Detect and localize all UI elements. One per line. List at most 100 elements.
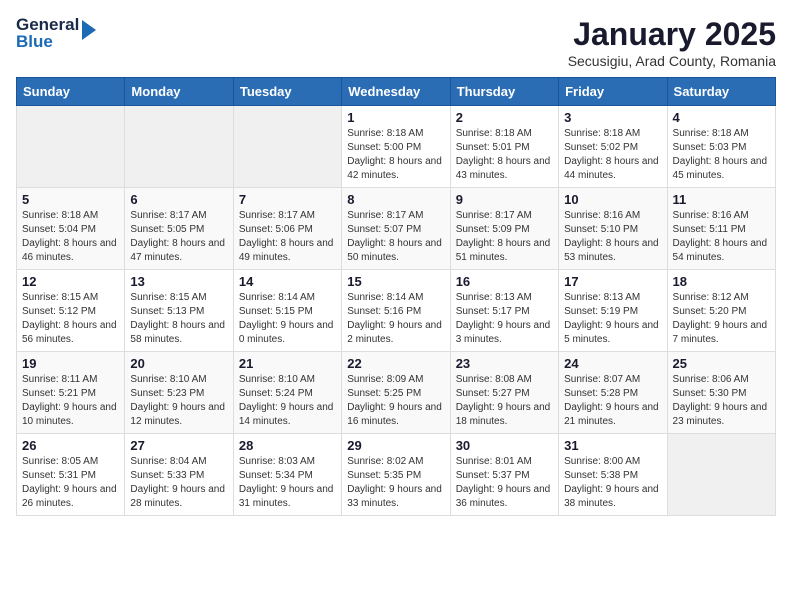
- day-info: Sunrise: 8:06 AM Sunset: 5:30 PM Dayligh…: [673, 373, 770, 429]
- day-number: 20: [130, 356, 227, 371]
- day-number: 27: [130, 438, 227, 453]
- day-info: Sunrise: 8:18 AM Sunset: 5:01 PM Dayligh…: [456, 127, 553, 183]
- day-number: 16: [456, 274, 553, 289]
- logo: General Blue: [16, 16, 96, 50]
- calendar-day-cell: 17 Sunrise: 8:13 AM Sunset: 5:19 PM Dayli…: [559, 270, 667, 352]
- day-info: Sunrise: 8:07 AM Sunset: 5:28 PM Dayligh…: [564, 373, 661, 429]
- day-info: Sunrise: 8:01 AM Sunset: 5:37 PM Dayligh…: [456, 455, 553, 511]
- day-number: 8: [347, 192, 444, 207]
- calendar-day-cell: 18 Sunrise: 8:12 AM Sunset: 5:20 PM Dayli…: [667, 270, 775, 352]
- calendar-day-cell: 24 Sunrise: 8:07 AM Sunset: 5:28 PM Dayli…: [559, 352, 667, 434]
- calendar-day-cell: 3 Sunrise: 8:18 AM Sunset: 5:02 PM Daylig…: [559, 106, 667, 188]
- calendar-day-cell: 4 Sunrise: 8:18 AM Sunset: 5:03 PM Daylig…: [667, 106, 775, 188]
- day-number: 14: [239, 274, 336, 289]
- day-number: 22: [347, 356, 444, 371]
- day-number: 24: [564, 356, 661, 371]
- calendar-day-cell: 12 Sunrise: 8:15 AM Sunset: 5:12 PM Dayli…: [17, 270, 125, 352]
- day-info: Sunrise: 8:12 AM Sunset: 5:20 PM Dayligh…: [673, 291, 770, 347]
- calendar-header-thursday: Thursday: [450, 78, 558, 106]
- calendar-header-saturday: Saturday: [667, 78, 775, 106]
- day-info: Sunrise: 8:10 AM Sunset: 5:24 PM Dayligh…: [239, 373, 336, 429]
- day-number: 25: [673, 356, 770, 371]
- day-number: 3: [564, 110, 661, 125]
- day-number: 5: [22, 192, 119, 207]
- logo-line1: General: [16, 16, 79, 33]
- calendar-header-monday: Monday: [125, 78, 233, 106]
- day-number: 2: [456, 110, 553, 125]
- calendar-header-row: SundayMondayTuesdayWednesdayThursdayFrid…: [17, 78, 776, 106]
- day-info: Sunrise: 8:14 AM Sunset: 5:15 PM Dayligh…: [239, 291, 336, 347]
- day-number: 4: [673, 110, 770, 125]
- day-number: 15: [347, 274, 444, 289]
- day-number: 12: [22, 274, 119, 289]
- calendar-day-cell: 20 Sunrise: 8:10 AM Sunset: 5:23 PM Dayli…: [125, 352, 233, 434]
- calendar-header-wednesday: Wednesday: [342, 78, 450, 106]
- month-title: January 2025: [568, 16, 776, 53]
- calendar-day-cell: 9Sunrise: 8:17 AM Sunset: 5:09 PM Daylig…: [450, 188, 558, 270]
- day-number: 29: [347, 438, 444, 453]
- calendar-week-row: 1 Sunrise: 8:18 AM Sunset: 5:00 PM Daylig…: [17, 106, 776, 188]
- calendar-day-cell: 21 Sunrise: 8:10 AM Sunset: 5:24 PM Dayli…: [233, 352, 341, 434]
- day-number: 17: [564, 274, 661, 289]
- calendar-day-cell: 26Sunrise: 8:05 AM Sunset: 5:31 PM Dayli…: [17, 434, 125, 516]
- calendar-empty-cell: [17, 106, 125, 188]
- day-info: Sunrise: 8:15 AM Sunset: 5:12 PM Dayligh…: [22, 291, 119, 347]
- day-number: 23: [456, 356, 553, 371]
- day-number: 19: [22, 356, 119, 371]
- calendar-day-cell: 11 Sunrise: 8:16 AM Sunset: 5:11 PM Dayli…: [667, 188, 775, 270]
- day-number: 7: [239, 192, 336, 207]
- day-number: 21: [239, 356, 336, 371]
- calendar-day-cell: 29Sunrise: 8:02 AM Sunset: 5:35 PM Dayli…: [342, 434, 450, 516]
- calendar-empty-cell: [667, 434, 775, 516]
- day-info: Sunrise: 8:18 AM Sunset: 5:03 PM Dayligh…: [673, 127, 770, 183]
- day-number: 30: [456, 438, 553, 453]
- calendar-header-sunday: Sunday: [17, 78, 125, 106]
- calendar-empty-cell: [125, 106, 233, 188]
- location-subtitle: Secusigiu, Arad County, Romania: [568, 53, 776, 69]
- day-info: Sunrise: 8:18 AM Sunset: 5:00 PM Dayligh…: [347, 127, 444, 183]
- calendar-day-cell: 31Sunrise: 8:00 AM Sunset: 5:38 PM Dayli…: [559, 434, 667, 516]
- calendar-day-cell: 1 Sunrise: 8:18 AM Sunset: 5:00 PM Daylig…: [342, 106, 450, 188]
- day-info: Sunrise: 8:03 AM Sunset: 5:34 PM Dayligh…: [239, 455, 336, 511]
- day-info: Sunrise: 8:08 AM Sunset: 5:27 PM Dayligh…: [456, 373, 553, 429]
- calendar-day-cell: 22 Sunrise: 8:09 AM Sunset: 5:25 PM Dayli…: [342, 352, 450, 434]
- calendar-day-cell: 8 Sunrise: 8:17 AM Sunset: 5:07 PM Daylig…: [342, 188, 450, 270]
- day-info: Sunrise: 8:10 AM Sunset: 5:23 PM Dayligh…: [130, 373, 227, 429]
- day-info: Sunrise: 8:09 AM Sunset: 5:25 PM Dayligh…: [347, 373, 444, 429]
- day-number: 10: [564, 192, 661, 207]
- logo-line2: Blue: [16, 33, 79, 50]
- calendar-header-tuesday: Tuesday: [233, 78, 341, 106]
- day-info: Sunrise: 8:17 AM Sunset: 5:09 PM Dayligh…: [456, 209, 553, 265]
- calendar-day-cell: 30 Sunrise: 8:01 AM Sunset: 5:37 PM Dayli…: [450, 434, 558, 516]
- page-header: General Blue January 2025 Secusigiu, Ara…: [16, 16, 776, 69]
- calendar-day-cell: 15 Sunrise: 8:14 AM Sunset: 5:16 PM Dayli…: [342, 270, 450, 352]
- logo-triangle-icon: [82, 20, 96, 40]
- day-number: 26: [22, 438, 119, 453]
- day-info: Sunrise: 8:16 AM Sunset: 5:11 PM Dayligh…: [673, 209, 770, 265]
- calendar-day-cell: 16Sunrise: 8:13 AM Sunset: 5:17 PM Dayli…: [450, 270, 558, 352]
- calendar-week-row: 19 Sunrise: 8:11 AM Sunset: 5:21 PM Dayli…: [17, 352, 776, 434]
- day-number: 1: [347, 110, 444, 125]
- day-info: Sunrise: 8:13 AM Sunset: 5:19 PM Dayligh…: [564, 291, 661, 347]
- calendar-table: SundayMondayTuesdayWednesdayThursdayFrid…: [16, 77, 776, 516]
- calendar-day-cell: 14 Sunrise: 8:14 AM Sunset: 5:15 PM Dayli…: [233, 270, 341, 352]
- calendar-week-row: 26Sunrise: 8:05 AM Sunset: 5:31 PM Dayli…: [17, 434, 776, 516]
- day-info: Sunrise: 8:11 AM Sunset: 5:21 PM Dayligh…: [22, 373, 119, 429]
- day-number: 18: [673, 274, 770, 289]
- day-info: Sunrise: 8:17 AM Sunset: 5:07 PM Dayligh…: [347, 209, 444, 265]
- calendar-day-cell: 5Sunrise: 8:18 AM Sunset: 5:04 PM Daylig…: [17, 188, 125, 270]
- title-block: January 2025 Secusigiu, Arad County, Rom…: [568, 16, 776, 69]
- day-info: Sunrise: 8:14 AM Sunset: 5:16 PM Dayligh…: [347, 291, 444, 347]
- day-info: Sunrise: 8:16 AM Sunset: 5:10 PM Dayligh…: [564, 209, 661, 265]
- calendar-day-cell: 27 Sunrise: 8:04 AM Sunset: 5:33 PM Dayli…: [125, 434, 233, 516]
- calendar-day-cell: 2 Sunrise: 8:18 AM Sunset: 5:01 PM Daylig…: [450, 106, 558, 188]
- calendar-day-cell: 7Sunrise: 8:17 AM Sunset: 5:06 PM Daylig…: [233, 188, 341, 270]
- day-info: Sunrise: 8:04 AM Sunset: 5:33 PM Dayligh…: [130, 455, 227, 511]
- calendar-empty-cell: [233, 106, 341, 188]
- day-info: Sunrise: 8:17 AM Sunset: 5:05 PM Dayligh…: [130, 209, 227, 265]
- day-number: 13: [130, 274, 227, 289]
- day-info: Sunrise: 8:18 AM Sunset: 5:02 PM Dayligh…: [564, 127, 661, 183]
- day-number: 11: [673, 192, 770, 207]
- calendar-day-cell: 28Sunrise: 8:03 AM Sunset: 5:34 PM Dayli…: [233, 434, 341, 516]
- calendar-day-cell: 25 Sunrise: 8:06 AM Sunset: 5:30 PM Dayli…: [667, 352, 775, 434]
